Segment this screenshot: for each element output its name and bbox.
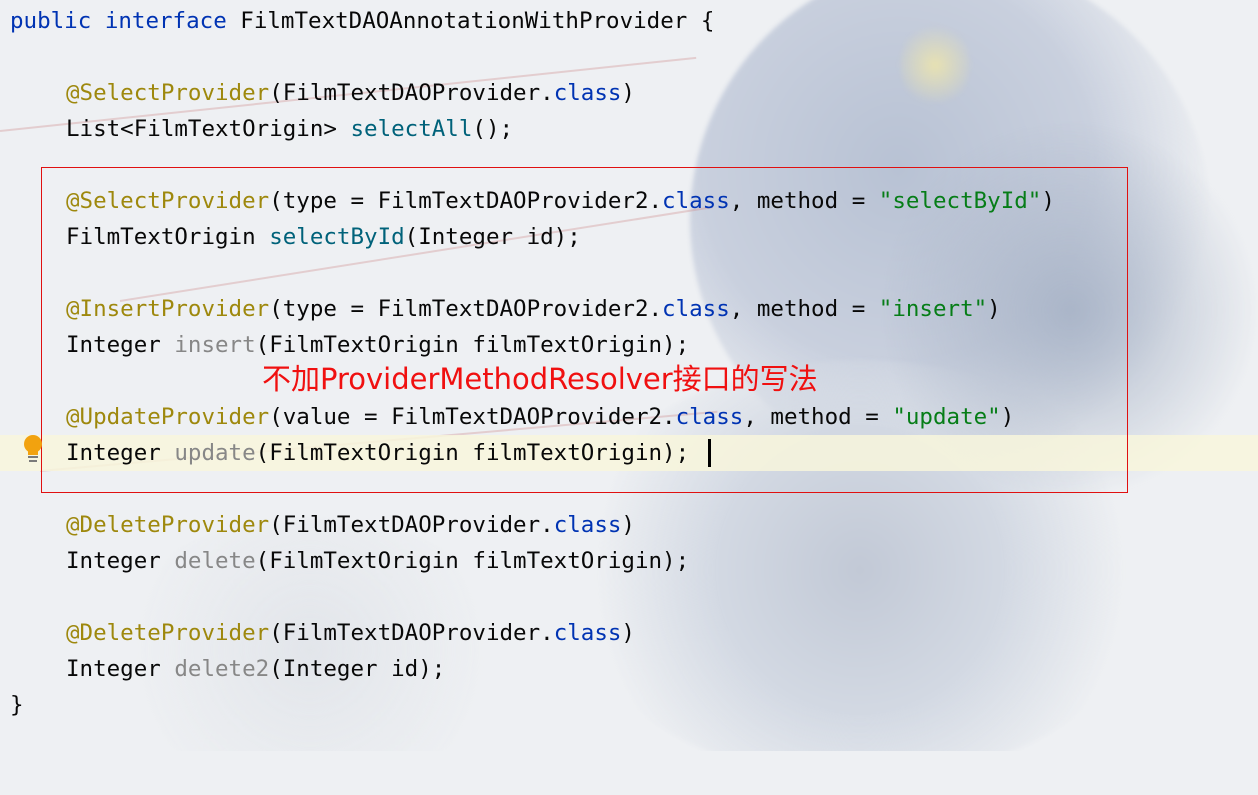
code-line-13-current[interactable]: Integer update(FilmTextOrigin filmTextOr… — [0, 435, 1258, 471]
keyword: class — [553, 80, 622, 106]
method-name: insert — [174, 332, 256, 358]
annotation: @InsertProvider — [66, 296, 270, 322]
keyword: class — [662, 296, 730, 322]
code-token: , method = — [729, 188, 879, 214]
keyword: class — [662, 188, 730, 214]
code-token: (FilmTextOrigin filmTextOrigin); — [255, 440, 690, 466]
code-token: (FilmTextDAOProvider. — [269, 80, 554, 106]
code-line-1[interactable]: public interface FilmTextDAOAnnotationWi… — [0, 3, 1258, 39]
code-token: (); — [472, 116, 514, 142]
code-token: (FilmTextOrigin filmTextOrigin); — [255, 548, 690, 574]
code-token: (type = FilmTextDAOProvider2. — [269, 188, 663, 214]
code-token: Integer — [66, 656, 175, 682]
annotation: @DeleteProvider — [66, 512, 270, 538]
code-line-15[interactable]: @DeleteProvider(FilmTextDAOProvider.clas… — [0, 507, 1258, 543]
method-name: delete — [174, 548, 256, 574]
code-token: ) — [621, 80, 635, 106]
code-line-18[interactable]: @DeleteProvider(FilmTextDAOProvider.clas… — [0, 615, 1258, 651]
annotation: @SelectProvider — [66, 188, 270, 214]
code-token: (Integer id); — [404, 224, 581, 250]
code-token: (FilmTextDAOProvider. — [269, 512, 554, 538]
method-name: selectById — [269, 224, 405, 250]
code-token: ) — [1041, 188, 1055, 214]
code-line-19[interactable]: Integer delete2(Integer id); — [0, 651, 1258, 687]
code-token: (FilmTextOrigin filmTextOrigin); — [255, 332, 690, 358]
keyword: class — [675, 404, 744, 430]
code-token: ) — [621, 620, 635, 646]
method-name: update — [174, 440, 256, 466]
code-token: ) — [621, 512, 635, 538]
code-token: (type = FilmTextDAOProvider2. — [269, 296, 663, 322]
keyword: class — [553, 512, 622, 538]
code-token: ) — [987, 296, 1001, 322]
code-token: , method = — [743, 404, 893, 430]
code-token: , method = — [729, 296, 879, 322]
code-line-20[interactable]: } — [0, 687, 1258, 723]
code-line-3[interactable]: @SelectProvider(FilmTextDAOProvider.clas… — [0, 75, 1258, 111]
string-literal: "selectById" — [878, 188, 1042, 214]
code-line-4[interactable]: List<FilmTextOrigin> selectAll(); — [0, 111, 1258, 147]
code-token: Integer — [66, 332, 175, 358]
code-token: (FilmTextDAOProvider. — [269, 620, 554, 646]
lightbulb-icon[interactable] — [22, 435, 44, 465]
interface-declaration: FilmTextDAOAnnotationWithProvider { — [226, 8, 715, 34]
code-line-7[interactable]: FilmTextOrigin selectById(Integer id); — [0, 219, 1258, 255]
keyword: public interface — [10, 8, 227, 34]
code-line-6[interactable]: @SelectProvider(type = FilmTextDAOProvid… — [0, 183, 1258, 219]
keyword: class — [553, 620, 622, 646]
code-token: (Integer id); — [269, 656, 446, 682]
text-caret — [708, 439, 711, 467]
annotation: @DeleteProvider — [66, 620, 270, 646]
code-token: (value = FilmTextDAOProvider2. — [269, 404, 676, 430]
string-literal: "update" — [892, 404, 1001, 430]
code-token: FilmTextOrigin — [66, 224, 270, 250]
annotation-note: 不加ProviderMethodResolver接口的写法 — [262, 362, 818, 396]
code-line-16[interactable]: Integer delete(FilmTextOrigin filmTextOr… — [0, 543, 1258, 579]
closing-brace: } — [10, 692, 24, 718]
method-name: delete2 — [174, 656, 270, 682]
annotation: @SelectProvider — [66, 80, 270, 106]
code-token: Integer — [66, 440, 175, 466]
string-literal: "insert" — [878, 296, 988, 322]
code-line-9[interactable]: @InsertProvider(type = FilmTextDAOProvid… — [0, 291, 1258, 327]
code-line-12[interactable]: @UpdateProvider(value = FilmTextDAOProvi… — [0, 399, 1258, 435]
code-token: Integer — [66, 548, 175, 574]
code-token: ) — [1000, 404, 1015, 430]
code-token: List<FilmTextOrigin> — [66, 116, 351, 142]
method-name: selectAll — [350, 116, 473, 142]
annotation: @UpdateProvider — [66, 404, 270, 430]
code-line-10[interactable]: Integer insert(FilmTextOrigin filmTextOr… — [0, 327, 1258, 363]
